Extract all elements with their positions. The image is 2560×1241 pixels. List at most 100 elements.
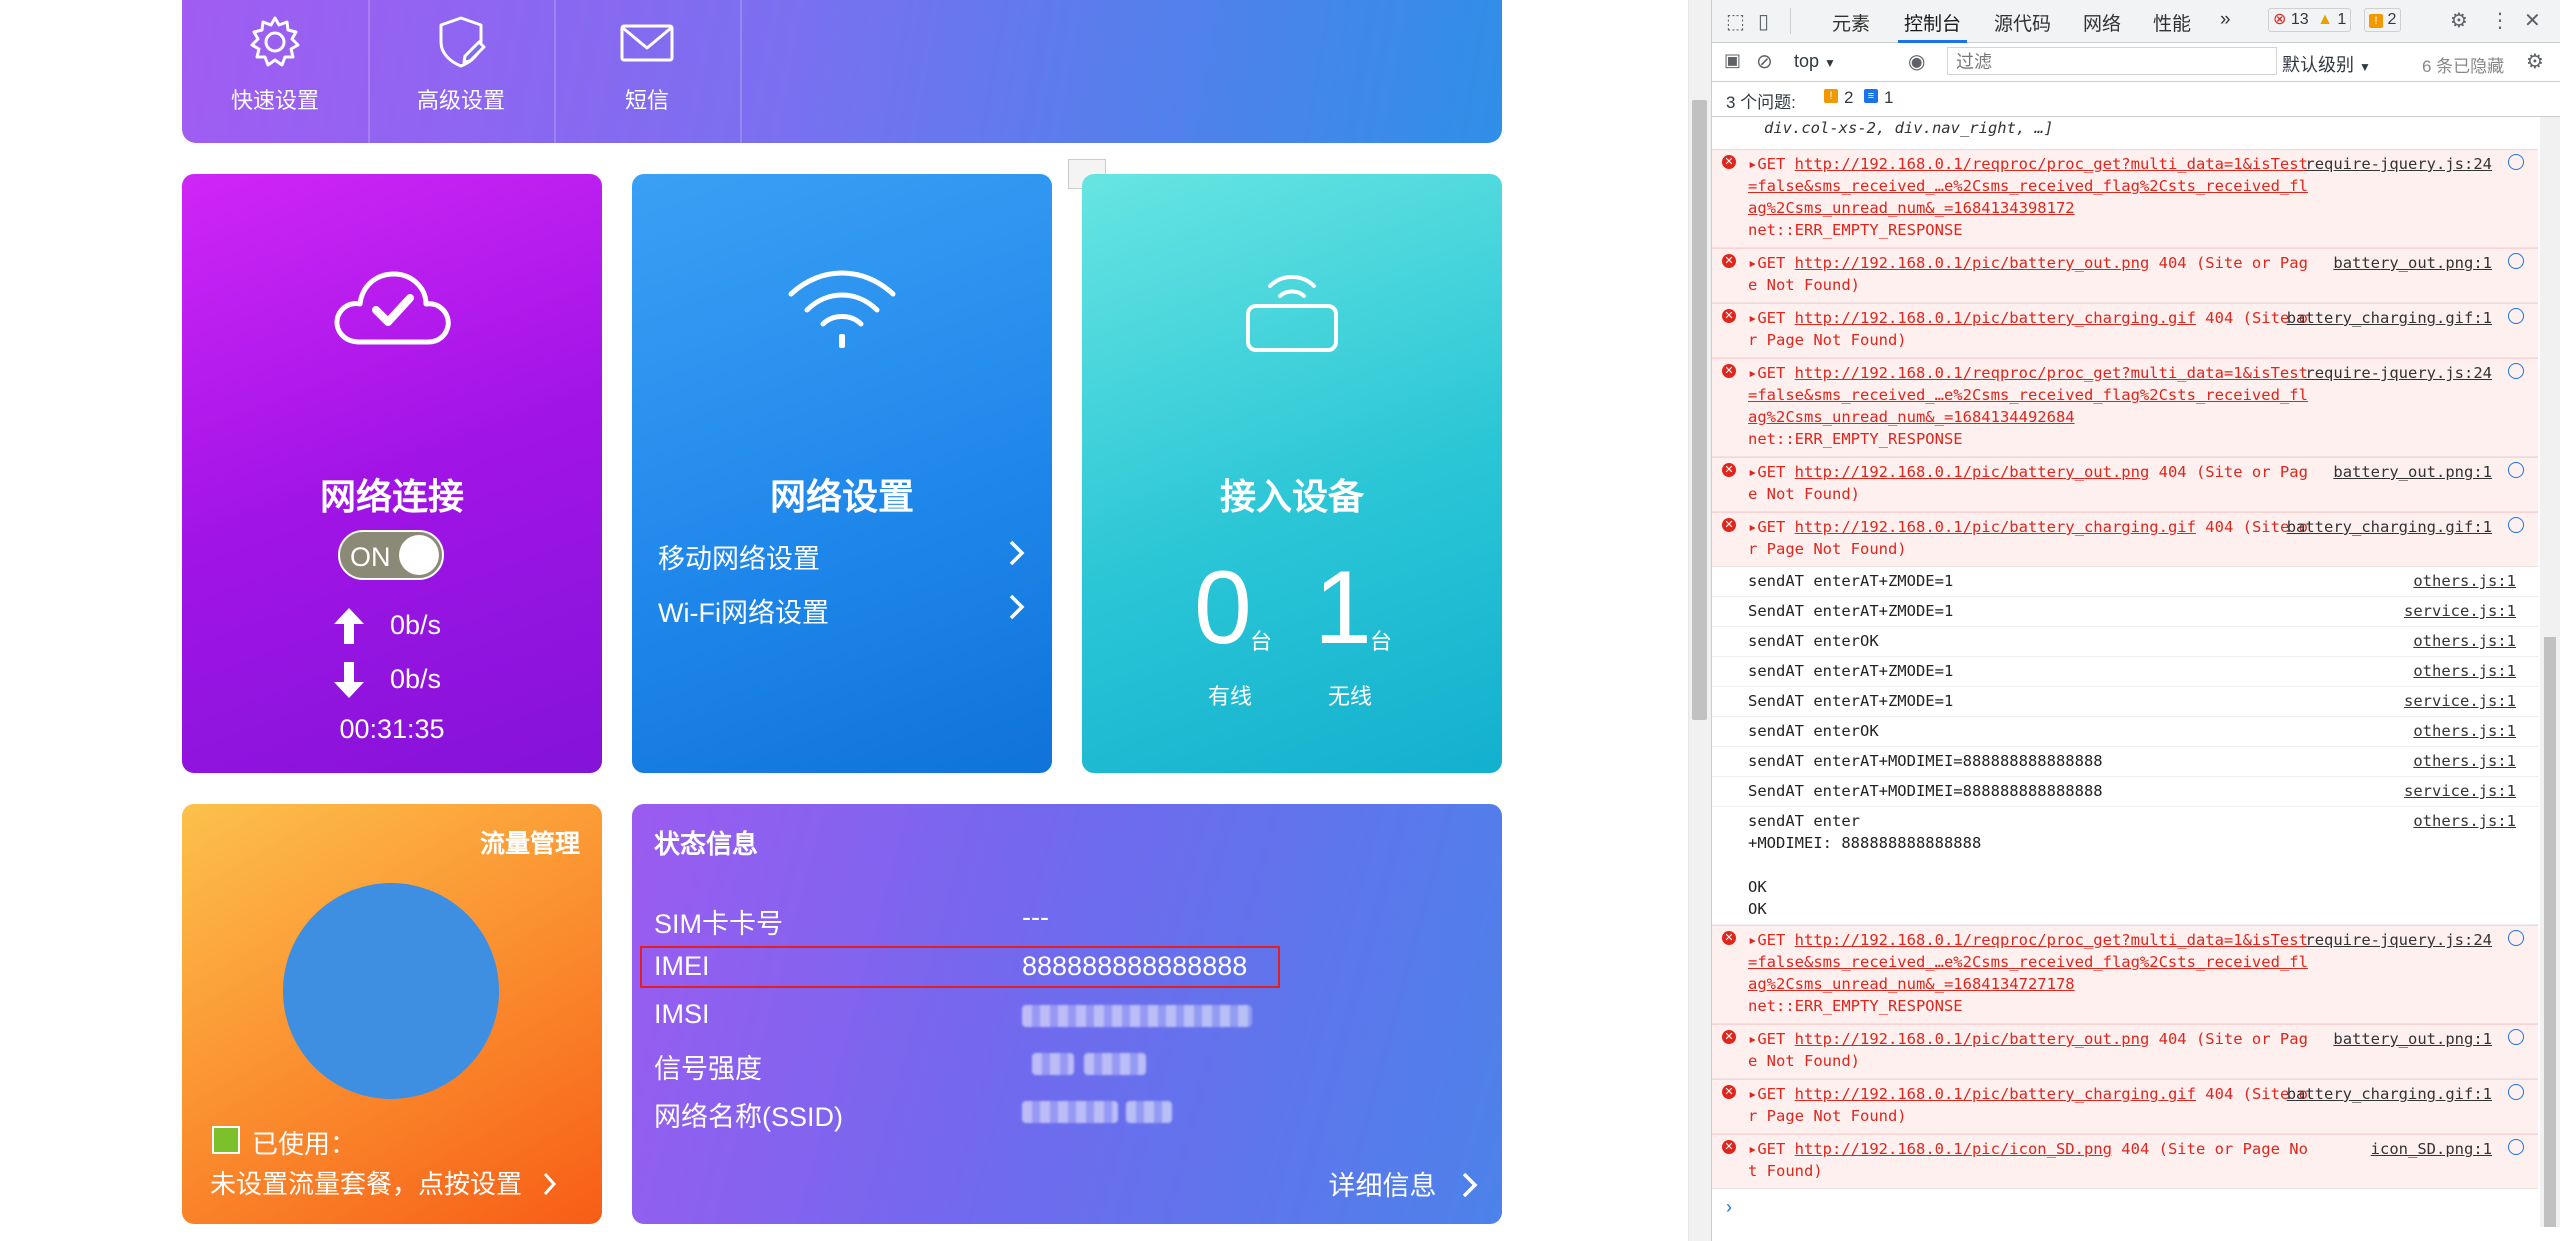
console-log-entry[interactable]: sendAT enterOK others.js:1 <box>1712 717 2538 747</box>
source-link[interactable]: others.js:1 <box>2413 660 2516 682</box>
source-link[interactable]: service.js:1 <box>2404 780 2516 802</box>
request-url-link[interactable]: http://192.168.0.1/reqproc/proc_get?mult… <box>1748 155 2308 217</box>
source-link[interactable]: battery_out.png:1 <box>2333 461 2492 483</box>
source-link[interactable]: battery_charging.gif:1 <box>2287 516 2492 538</box>
expand-triangle-icon[interactable]: ▸ <box>1748 254 1757 272</box>
log-level-dropdown[interactable]: 默认级别 ▼ <box>2282 51 2371 77</box>
tab-performance[interactable]: 性能 <box>2153 9 2191 36</box>
network-request-icon[interactable] <box>2508 253 2524 269</box>
request-url-link[interactable]: http://192.168.0.1/pic/battery_charging.… <box>1795 1085 2196 1103</box>
network-request-icon[interactable] <box>2508 1139 2524 1155</box>
request-url-link[interactable]: http://192.168.0.1/reqproc/proc_get?mult… <box>1748 931 2308 993</box>
source-link[interactable]: battery_out.png:1 <box>2333 1028 2492 1050</box>
console-log-entry[interactable]: sendAT enterAT+ZMODE=1 others.js:1 <box>1712 567 2538 597</box>
console-settings-icon[interactable]: ⚙ <box>2526 49 2544 74</box>
network-request-icon[interactable] <box>2508 462 2524 478</box>
quick-settings-button[interactable]: 快速设置 <box>182 0 370 143</box>
console-error-entry[interactable]: ✕ ▸GET http://192.168.0.1/pic/battery_out… <box>1712 1024 2538 1079</box>
issues-bar[interactable]: 3 个问题: ! 2 ≡ 1 <box>1712 82 2560 117</box>
tab-sources[interactable]: 源代码 <box>1994 9 2051 36</box>
connected-devices-card[interactable]: 接入设备 0 台 1 台 有线 无线 <box>1082 174 1502 773</box>
request-url-link[interactable]: http://192.168.0.1/pic/battery_out.png <box>1795 463 2150 481</box>
network-request-icon[interactable] <box>2508 517 2524 533</box>
source-link[interactable]: battery_out.png:1 <box>2333 252 2492 274</box>
console-scrollbar[interactable] <box>2540 117 2560 1227</box>
console-error-entry[interactable]: ✕ ▸GET http://192.168.0.1/pic/battery_cha… <box>1712 512 2538 567</box>
expand-triangle-icon[interactable]: ▸ <box>1748 155 1757 173</box>
expand-triangle-icon[interactable]: ▸ <box>1748 463 1757 481</box>
network-connection-card[interactable]: 网络连接 ON 0b/s 0b/s 00:31:35 <box>182 174 602 773</box>
set-traffic-plan-link[interactable]: 未设置流量套餐，点按设置 <box>210 1164 557 1201</box>
sidebar-toggle-icon[interactable]: ▣ <box>1724 50 1741 71</box>
more-options-icon[interactable]: ⋮ <box>2490 8 2510 33</box>
source-link[interactable]: battery_charging.gif:1 <box>2287 307 2492 329</box>
console-error-entry[interactable]: ✕ ▸GET http://192.168.0.1/pic/battery_cha… <box>1712 303 2538 358</box>
console-log-entry[interactable]: sendAT enterAT+ZMODE=1 others.js:1 <box>1712 657 2538 687</box>
wifi-settings-link[interactable]: Wi-Fi网络设置 <box>658 591 1026 630</box>
request-url-link[interactable]: http://192.168.0.1/pic/battery_charging.… <box>1795 518 2196 536</box>
source-link[interactable]: others.js:1 <box>2413 630 2516 652</box>
device-toolbar-icon[interactable]: ▯ <box>1758 9 1769 34</box>
context-selector[interactable]: top ▼ <box>1794 51 1850 72</box>
live-expression-eye-icon[interactable]: ◉ <box>1908 49 1925 74</box>
source-link[interactable]: others.js:1 <box>2413 810 2516 832</box>
request-url-link[interactable]: http://192.168.0.1/pic/battery_out.png <box>1795 254 2150 272</box>
expand-triangle-icon[interactable]: ▸ <box>1748 364 1757 382</box>
issues-badge[interactable]: ! 2 <box>2364 8 2402 32</box>
expand-triangle-icon[interactable]: ▸ <box>1748 1085 1757 1103</box>
tab-console[interactable]: 控制台 <box>1897 9 1968 43</box>
network-request-icon[interactable] <box>2508 154 2524 170</box>
source-link[interactable]: require-jquery.js:24 <box>2305 153 2492 175</box>
source-link[interactable]: others.js:1 <box>2413 570 2516 592</box>
expand-triangle-icon[interactable]: ▸ <box>1748 518 1757 536</box>
request-url-link[interactable]: http://192.168.0.1/pic/battery_out.png <box>1795 1030 2150 1048</box>
expand-triangle-icon[interactable]: ▸ <box>1748 1140 1757 1158</box>
console-error-entry[interactable]: ✕ ▸GET http://192.168.0.1/pic/battery_out… <box>1712 248 2538 303</box>
console-log-entry[interactable]: sendAT enterOK others.js:1 <box>1712 627 2538 657</box>
network-request-icon[interactable] <box>2508 1029 2524 1045</box>
traffic-management-card[interactable]: 流量管理 已使用： 未设置流量套餐，点按设置 <box>182 804 602 1224</box>
console-filter-input[interactable]: 过滤 <box>1947 47 2277 75</box>
connection-toggle[interactable]: ON <box>338 530 444 580</box>
console-error-entry[interactable]: ✕ ▸GET http://192.168.0.1/pic/battery_out… <box>1712 457 2538 512</box>
console-scrollbar-thumb[interactable] <box>2544 637 2556 1227</box>
console-log-entry[interactable]: sendAT enterAT+MODIMEI=888888888888888 ot… <box>1712 747 2538 777</box>
console-error-entry[interactable]: ✕ ▸GET http://192.168.0.1/pic/battery_cha… <box>1712 1079 2538 1134</box>
network-request-icon[interactable] <box>2508 930 2524 946</box>
details-link[interactable]: 详细信息 <box>1328 1164 1478 1203</box>
source-link[interactable]: service.js:1 <box>2404 690 2516 712</box>
network-request-icon[interactable] <box>2508 1084 2524 1100</box>
expand-triangle-icon[interactable]: ▸ <box>1748 309 1757 327</box>
issue-counter[interactable]: ⊗ 13 ▲ 1 <box>2268 8 2352 32</box>
page-scrollbar-thumb[interactable] <box>1692 100 1707 720</box>
request-url-link[interactable]: http://192.168.0.1/reqproc/proc_get?mult… <box>1748 364 2308 426</box>
source-link[interactable]: require-jquery.js:24 <box>2305 929 2492 951</box>
console-error-entry[interactable]: ✕ ▸GET http://192.168.0.1/reqproc/proc_ge… <box>1712 925 2538 1024</box>
console-log-entry[interactable]: SendAT enterAT+ZMODE=1 service.js:1 <box>1712 687 2538 717</box>
sms-button[interactable]: 短信 <box>554 0 742 143</box>
clear-console-icon[interactable]: ⊘ <box>1756 49 1773 74</box>
console-log-entry[interactable]: SendAT enterAT+MODIMEI=888888888888888 se… <box>1712 777 2538 807</box>
expand-triangle-icon[interactable]: ▸ <box>1748 1030 1757 1048</box>
more-tabs-button[interactable]: » <box>2220 9 2231 31</box>
console-error-entry[interactable]: ✕ ▸GET http://192.168.0.1/reqproc/proc_ge… <box>1712 358 2538 457</box>
console-error-entry[interactable]: ✕ ▸GET http://192.168.0.1/pic/icon_SD.png… <box>1712 1134 2538 1189</box>
settings-gear-icon[interactable]: ⚙ <box>2450 8 2468 33</box>
network-request-icon[interactable] <box>2508 363 2524 379</box>
page-scrollbar[interactable] <box>1688 0 1711 1241</box>
console-log-entry[interactable]: SendAT enterAT+ZMODE=1 service.js:1 <box>1712 597 2538 627</box>
request-url-link[interactable]: http://192.168.0.1/pic/icon_SD.png <box>1795 1140 2112 1158</box>
source-link[interactable]: icon_SD.png:1 <box>2371 1138 2492 1160</box>
console-error-entry[interactable]: ✕ ▸GET http://192.168.0.1/reqproc/proc_ge… <box>1712 149 2538 248</box>
network-request-icon[interactable] <box>2508 308 2524 324</box>
source-link[interactable]: battery_charging.gif:1 <box>2287 1083 2492 1105</box>
mobile-network-settings-link[interactable]: 移动网络设置 <box>658 537 1026 576</box>
request-url-link[interactable]: http://192.168.0.1/pic/battery_charging.… <box>1795 309 2196 327</box>
tab-elements[interactable]: 元素 <box>1832 9 1870 36</box>
expand-triangle-icon[interactable]: ▸ <box>1748 931 1757 949</box>
source-link[interactable]: require-jquery.js:24 <box>2305 362 2492 384</box>
source-link[interactable]: others.js:1 <box>2413 750 2516 772</box>
advanced-settings-button[interactable]: 高级设置 <box>368 0 556 143</box>
tab-network[interactable]: 网络 <box>2083 9 2121 36</box>
source-link[interactable]: service.js:1 <box>2404 600 2516 622</box>
